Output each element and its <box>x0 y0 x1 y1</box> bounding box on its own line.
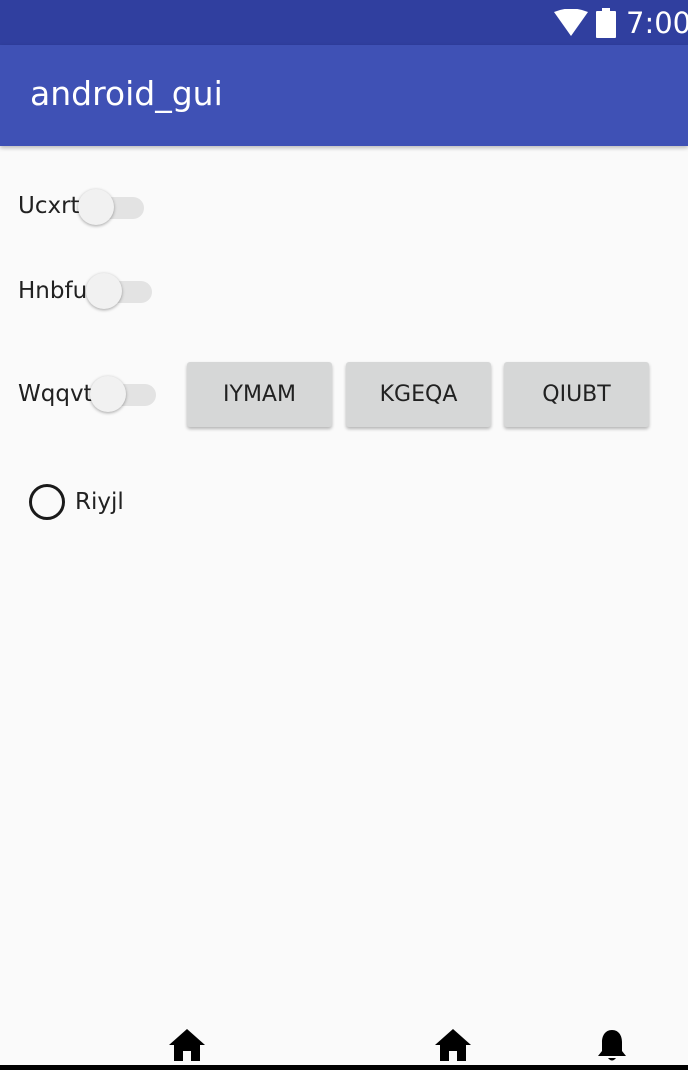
nav-bar-edge <box>0 1065 688 1070</box>
app-title: android_gui <box>30 74 223 113</box>
switch-ucxrt[interactable] <box>78 185 144 229</box>
switch-thumb <box>86 273 122 309</box>
home-icon[interactable] <box>434 1027 472 1063</box>
status-bar: 7:00 <box>0 0 688 45</box>
radio-riyjl[interactable] <box>29 484 65 520</box>
switch-hnbfu[interactable] <box>86 269 152 313</box>
switch-label-ucxrt: Ucxrt <box>18 193 80 219</box>
status-time: 7:00 <box>626 6 688 40</box>
switch-thumb <box>90 376 126 412</box>
nav-bar <box>0 1022 688 1070</box>
switch-wqqvt[interactable] <box>90 372 156 416</box>
radio-ring <box>29 484 65 520</box>
qiubt-button[interactable]: QIUBT <box>504 362 649 427</box>
home-icon[interactable] <box>168 1027 206 1063</box>
kgeqa-button[interactable]: KGEQA <box>346 362 491 427</box>
wifi-icon <box>554 9 588 36</box>
switch-label-wqqvt: Wqqvt <box>18 381 93 407</box>
switch-label-hnbfu: Hnbfu <box>18 278 88 304</box>
radio-label-riyjl: Riyjl <box>75 489 124 515</box>
bell-icon[interactable] <box>593 1027 631 1063</box>
switch-thumb <box>78 189 114 225</box>
app-bar: android_gui <box>0 45 688 146</box>
battery-icon <box>596 8 616 38</box>
iymam-button[interactable]: IYMAM <box>187 362 332 427</box>
